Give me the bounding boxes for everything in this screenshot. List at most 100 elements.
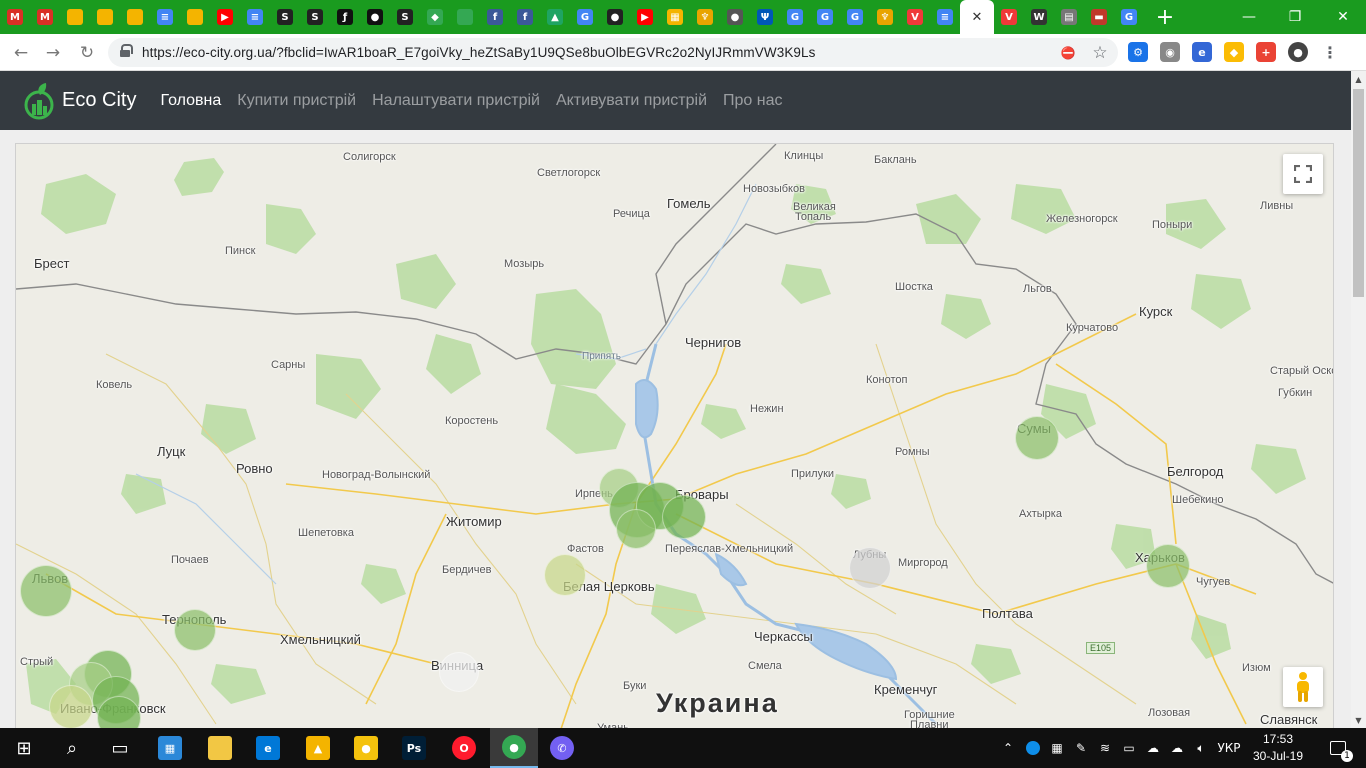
battery-tray-icon[interactable]: ▭ [1118, 728, 1140, 768]
browser-tab[interactable]: ● [360, 0, 390, 34]
browser-tab[interactable]: ▬ [1084, 0, 1114, 34]
clock[interactable]: 17:53 30-Jul-19 [1248, 731, 1308, 765]
lock-icon[interactable] [120, 44, 133, 58]
sensor-marker[interactable] [544, 554, 586, 596]
browser-tab[interactable]: V [900, 0, 930, 34]
scroll-up-arrow-icon[interactable]: ▲ [1351, 71, 1366, 87]
restore-button[interactable]: ❐ [1272, 0, 1318, 34]
brand[interactable]: Eco City [24, 81, 136, 121]
browser-tab[interactable]: ▲ [540, 0, 570, 34]
camera-icon[interactable]: ◉ [1160, 42, 1180, 62]
page-scrollbar[interactable]: ▲ ▼ [1351, 71, 1366, 728]
browser-tab[interactable]: ▦ [660, 0, 690, 34]
browser-tab[interactable]: ● [720, 0, 750, 34]
browser-tab[interactable]: ≡ [240, 0, 270, 34]
browser-tab[interactable]: W [1024, 0, 1054, 34]
browser-tab[interactable]: G [840, 0, 870, 34]
archiver-taskbar-button[interactable]: ▲ [294, 728, 342, 768]
minimize-button[interactable]: — [1226, 0, 1272, 34]
sensor-marker[interactable] [1146, 544, 1190, 588]
url-text[interactable]: https://eco-city.org.ua/?fbclid=IwAR1boa… [142, 45, 816, 60]
brand-name[interactable]: Eco City [62, 89, 136, 112]
sensor-marker[interactable] [20, 565, 72, 617]
pollution-map[interactable]: Солигорск Клинцы Баклань Новозыбков Светлого… [15, 143, 1334, 743]
sensor-marker[interactable] [174, 609, 216, 651]
task-view-taskbar-button[interactable]: ▭ [96, 728, 144, 768]
search-taskbar-button[interactable]: ⌕ [48, 728, 96, 768]
edge-taskbar-button[interactable]: e [244, 728, 292, 768]
browser-tab[interactable] [90, 0, 120, 34]
nav-link[interactable]: Активувати пристрій [556, 92, 707, 110]
nav-link[interactable]: Про нас [723, 92, 782, 110]
translate-blocked-icon[interactable]: ⛔ [1058, 43, 1078, 63]
browser-tab[interactable] [60, 0, 90, 34]
browser-tab[interactable]: ● [600, 0, 630, 34]
browser-tab[interactable]: ▶ [210, 0, 240, 34]
browser-tab[interactable]: ƒ [330, 0, 360, 34]
browser-tab[interactable] [120, 0, 150, 34]
browser-tab[interactable]: ≡ [930, 0, 960, 34]
onedrive-tray-icon[interactable]: ☁ [1166, 728, 1188, 768]
browser-tab[interactable]: M [0, 0, 30, 34]
sensor-marker[interactable] [662, 495, 706, 539]
close-window-button[interactable]: ✕ [1320, 0, 1366, 34]
sensor-marker[interactable] [849, 547, 891, 589]
browser-tab[interactable]: G [570, 0, 600, 34]
keyboard-tray-icon[interactable]: ▦ [1046, 728, 1068, 768]
bulb-taskbar-button[interactable]: ● [342, 728, 390, 768]
volume-tray-icon[interactable]: 🔈︎ [1190, 728, 1212, 768]
menu-dots-icon[interactable]: ⋮ [1320, 42, 1340, 62]
sensor-marker[interactable] [49, 685, 93, 729]
browser-tab[interactable]: M [30, 0, 60, 34]
wifi-tray-icon[interactable]: ≋ [1094, 728, 1116, 768]
viber-taskbar-button[interactable]: ✆ [538, 728, 586, 768]
browser-tab[interactable]: ♆ [870, 0, 900, 34]
scroll-down-arrow-icon[interactable]: ▼ [1351, 712, 1366, 728]
windows-start-taskbar-button[interactable]: ⊞ [0, 728, 48, 768]
teamviewer-tray-icon[interactable] [1022, 728, 1044, 768]
action-center-button[interactable]: 1 [1318, 728, 1358, 768]
address-bar[interactable]: https://eco-city.org.ua/?fbclid=IwAR1boa… [108, 38, 1118, 67]
forward-button[interactable]: → [40, 40, 66, 66]
browser-tab[interactable]: ◆ [420, 0, 450, 34]
back-button[interactable]: ← [8, 40, 34, 66]
browser-tab[interactable]: S [270, 0, 300, 34]
nav-link[interactable]: Налаштувати пристрій [372, 92, 540, 110]
browser-tab[interactable]: ≡ [150, 0, 180, 34]
file-explorer-taskbar-button[interactable] [196, 728, 244, 768]
fullscreen-button[interactable] [1283, 154, 1323, 194]
reload-button[interactable]: ↻ [74, 40, 100, 66]
sensor-marker[interactable] [439, 652, 479, 692]
nav-link[interactable]: Головна [160, 92, 221, 110]
plus-red-icon[interactable]: + [1256, 42, 1276, 62]
browser-tab[interactable]: G [1114, 0, 1144, 34]
browser-tab[interactable]: ♆ [690, 0, 720, 34]
browser-tab[interactable]: Ψ [750, 0, 780, 34]
browser-tab[interactable]: G [810, 0, 840, 34]
language-indicator[interactable]: УКР [1214, 728, 1244, 768]
browser-tab[interactable]: G [780, 0, 810, 34]
close-tab-icon[interactable]: ✕ [972, 10, 983, 25]
cloud-sync-tray-icon[interactable]: ☁ [1142, 728, 1164, 768]
browser-tab[interactable] [450, 0, 480, 34]
street-view-pegman-button[interactable] [1283, 667, 1323, 707]
pen-tray-icon[interactable]: ✎ [1070, 728, 1092, 768]
diamond-icon[interactable]: ◆ [1224, 42, 1244, 62]
tray-chevron-icon[interactable]: ⌃ [998, 728, 1018, 768]
browser-tab[interactable]: S [390, 0, 420, 34]
extension-blue-icon[interactable]: ⚙ [1128, 42, 1148, 62]
browser-tab[interactable]: V [994, 0, 1024, 34]
browser-tab[interactable]: ▶ [630, 0, 660, 34]
browser-tab[interactable]: f [510, 0, 540, 34]
opera-taskbar-button[interactable]: O [440, 728, 488, 768]
photoshop-taskbar-button[interactable]: Ps [390, 728, 438, 768]
browser-tab[interactable]: S [300, 0, 330, 34]
eco-city-logo-icon[interactable] [24, 81, 54, 121]
browser-tab[interactable]: f [480, 0, 510, 34]
nav-link[interactable]: Купити пристрій [237, 92, 356, 110]
control-panel-taskbar-button[interactable]: ▦ [146, 728, 194, 768]
bookmark-star-icon[interactable]: ☆ [1090, 43, 1110, 63]
sensor-marker[interactable] [616, 509, 656, 549]
scrollbar-thumb[interactable] [1353, 89, 1364, 297]
browser-tab[interactable]: ▤ [1054, 0, 1084, 34]
